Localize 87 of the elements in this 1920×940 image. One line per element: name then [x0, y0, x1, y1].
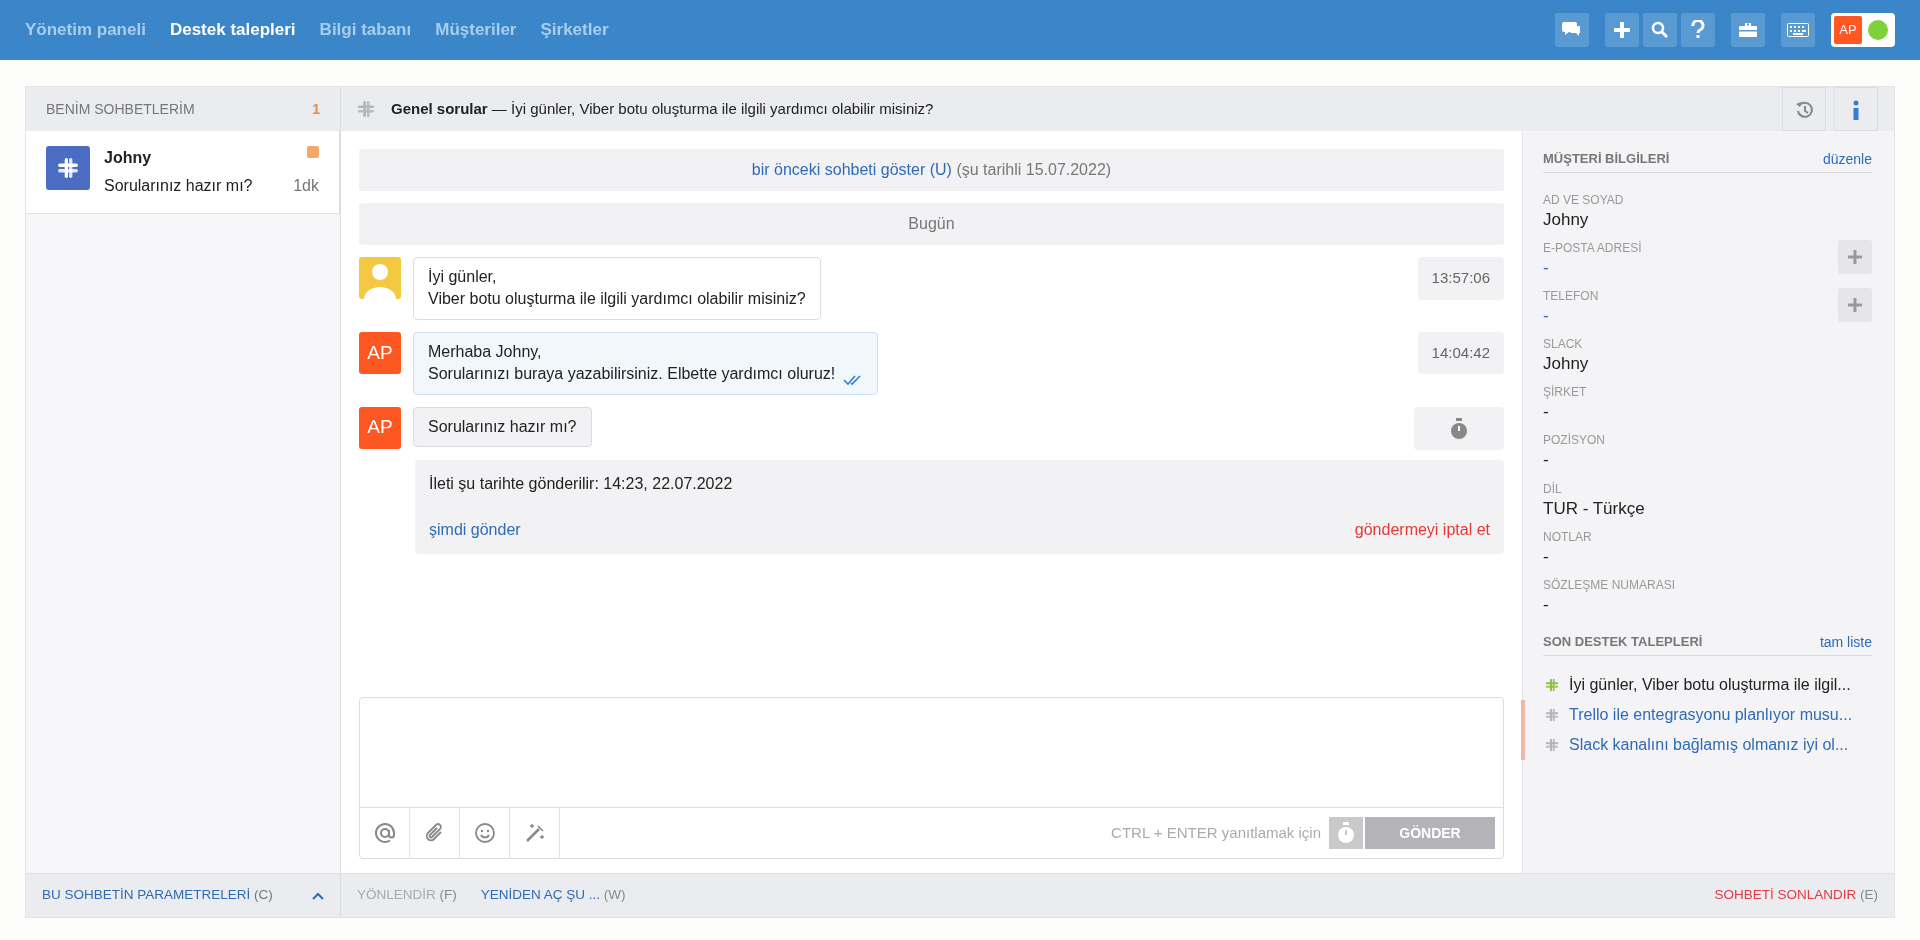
search-icon — [1651, 21, 1669, 39]
field-value: Johny — [1543, 353, 1590, 376]
help-icon — [1691, 20, 1705, 40]
field-label: SLACK — [1543, 336, 1584, 354]
history-date: (şu tarihli 15.07.2022) — [955, 161, 1112, 178]
briefcase-icon — [1738, 22, 1758, 38]
hash-icon — [1545, 707, 1559, 722]
field-label: TELEFON — [1543, 288, 1600, 306]
field-value: - — [1543, 401, 1550, 424]
message-time: 14:04:42 — [1417, 331, 1504, 375]
schedule-button[interactable] — [1329, 817, 1363, 849]
paperclip-icon — [424, 822, 445, 844]
chat-title: Genel sorular — İyi günler, Viber botu oluşturma ile ilgili yardımcı olabilir misiniz? — [391, 98, 934, 119]
field-label: POZİSYON — [1543, 432, 1606, 450]
add-icon — [1613, 21, 1631, 39]
section-title: MÜŞTERİ BİLGİLERİ — [1543, 150, 1670, 168]
message-time: 1dk — [293, 176, 319, 196]
hash-icon — [1545, 677, 1559, 692]
field-label: E-POSTA ADRESİ — [1543, 240, 1643, 258]
footer-action[interactable]: SOHBETİ SONLANDIR (E) — [1714, 885, 1878, 906]
field-value: - — [1543, 305, 1550, 328]
add-field-button[interactable] — [1838, 240, 1872, 275]
nav-tab[interactable]: Müşteriler — [435, 17, 517, 43]
field-value: - — [1543, 449, 1550, 472]
ticket-link[interactable]: Trello ile entegrasyonu planlıyor musu... — [1569, 702, 1853, 727]
field-label: SÖZLEŞME NUMARASI — [1543, 576, 1677, 594]
field-label: NOTLAR — [1543, 528, 1593, 546]
message-preview: Sorularınız hazır mı? — [104, 176, 254, 196]
nav-tab[interactable]: Şirketler — [540, 17, 609, 43]
info-button[interactable] — [1834, 87, 1878, 131]
keyboard-icon — [1787, 23, 1809, 37]
history-link[interactable]: bir önceki sohbeti göster (U) — [751, 161, 952, 178]
smiley-icon — [473, 822, 496, 844]
agent-avatar: AP — [359, 406, 401, 449]
message-text: İyi günler, Viber botu oluşturma ile ilgili yardımcı olabilir misiniz? — [428, 267, 806, 310]
user-avatar: AP — [1834, 16, 1862, 44]
plus-icon — [1848, 250, 1862, 265]
field-value: - — [1543, 257, 1550, 280]
field-value: TUR - Türkçe — [1543, 497, 1646, 520]
agent-avatar: AP — [359, 331, 401, 374]
message-text: Merhaba Johny, Sorularınızı buraya yazabilirsiniz. Elbette yardımcı oluruz! — [428, 341, 836, 385]
field-value: - — [1543, 593, 1550, 616]
nav-tab[interactable]: Destek talepleri — [169, 17, 296, 43]
full-list-link[interactable]: tam liste — [1819, 631, 1872, 653]
footer-action[interactable]: YENİDEN AÇ ŞU ... (W) — [480, 885, 626, 906]
search-button[interactable] — [1643, 13, 1677, 47]
nav-tab[interactable]: Bilgi tabanı — [319, 17, 412, 43]
nav-tab[interactable]: Yönetim paneli — [25, 17, 146, 43]
shortcut-hint: CTRL + ENTER yanıtlamak için — [1111, 822, 1321, 843]
help-button[interactable] — [1681, 13, 1715, 47]
stopwatch-icon — [1336, 822, 1356, 844]
keyboard-button[interactable] — [1781, 13, 1815, 47]
at-sign-icon — [373, 822, 396, 844]
field-label: DİL — [1543, 480, 1563, 498]
chat-count: 1 — [312, 99, 320, 119]
user-menu[interactable]: AP — [1831, 13, 1895, 47]
info-icon — [1852, 99, 1860, 120]
chat-button[interactable] — [1555, 13, 1589, 47]
field-value: - — [1543, 545, 1550, 568]
ticket-link[interactable]: Slack kanalını bağlamış olmanız iyi ol... — [1569, 732, 1849, 757]
field-label: ŞİRKET — [1543, 384, 1588, 402]
history-icon — [1795, 99, 1815, 120]
section-title: SON DESTEK TALEPLERİ — [1543, 632, 1703, 651]
edit-link[interactable]: düzenle — [1822, 149, 1872, 170]
field-label: AD VE SOYAD — [1543, 192, 1625, 209]
field-value: Johny — [1543, 209, 1590, 231]
contact-name: Johny — [104, 148, 153, 168]
customer-avatar — [359, 257, 401, 299]
briefcase-button[interactable] — [1731, 13, 1765, 47]
plus-icon — [1848, 298, 1862, 313]
chevron-up-icon — [312, 892, 324, 901]
message-time: 13:57:06 — [1417, 257, 1504, 300]
stopwatch-icon — [1449, 417, 1469, 440]
panel-title: BENİM SOHBETLERİM — [46, 99, 195, 119]
hash-icon — [1545, 737, 1559, 752]
history-button[interactable] — [1782, 87, 1826, 131]
chat-list-item[interactable]: Johny Sorularınız hazır mı? 1dk — [26, 131, 340, 214]
add-field-button[interactable] — [1838, 288, 1872, 323]
add-button[interactable] — [1605, 13, 1639, 47]
ticket-link[interactable]: İyi günler, Viber botu oluşturma ile ilgil... — [1569, 672, 1851, 697]
slack-avatar — [46, 146, 90, 190]
message-text: Sorularınız hazır mı? — [428, 416, 577, 437]
send-now-link[interactable]: şimdi gönder — [429, 517, 521, 542]
schedule-text: İleti şu tarihte gönderilir: 14:23, 22.07.2022 — [429, 473, 734, 494]
footer-action[interactable]: YÖNLENDİR (F) — [357, 885, 457, 906]
hash-icon — [357, 100, 375, 118]
cancel-send-link[interactable]: göndermeyi iptal et — [1354, 517, 1490, 542]
